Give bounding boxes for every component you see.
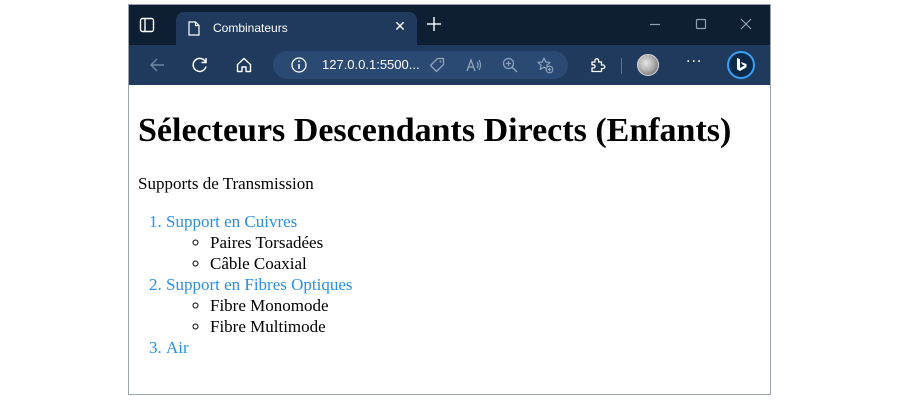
tab-actions-icon[interactable] xyxy=(139,17,155,33)
sub-list: Paires Torsadées Câble Coaxial xyxy=(166,232,353,274)
list-item-label: Support en Cuivres xyxy=(166,212,298,231)
tab-title: Combinateurs xyxy=(213,21,288,35)
intro-text: Supports de Transmission xyxy=(138,174,314,193)
favorite-add-icon[interactable] xyxy=(536,56,554,74)
page-content: Sélecteurs Descendants Directs (Enfants)… xyxy=(129,85,770,394)
page-title: Sélecteurs Descendants Directs (Enfants) xyxy=(138,112,732,149)
list-item-label: Air xyxy=(166,338,189,357)
bing-icon[interactable] xyxy=(727,51,755,79)
more-icon[interactable]: ··· xyxy=(686,54,702,70)
read-aloud-icon[interactable] xyxy=(465,56,483,74)
sub-list: Fibre Monomode Fibre Multimode xyxy=(166,295,353,337)
home-icon[interactable] xyxy=(235,56,253,74)
browser-window: Combinateurs ✕ 127.0.0.1:5500... ··· Sél… xyxy=(128,4,771,395)
title-bar: Combinateurs ✕ xyxy=(129,5,770,45)
profile-avatar[interactable] xyxy=(637,54,659,76)
navigation-bar: 127.0.0.1:5500... ··· xyxy=(129,45,770,85)
new-tab-icon[interactable] xyxy=(425,15,443,33)
list-item: Support en Cuivres Paires Torsadées Câbl… xyxy=(166,211,353,274)
transmission-list: Support en Cuivres Paires Torsadées Câbl… xyxy=(138,211,353,358)
window-close-icon[interactable] xyxy=(738,16,754,32)
close-icon[interactable]: ✕ xyxy=(393,20,407,34)
url-text[interactable]: 127.0.0.1:5500... xyxy=(322,57,420,72)
list-item: Air xyxy=(166,337,353,358)
toolbar-divider xyxy=(621,58,622,74)
maximize-icon[interactable] xyxy=(693,16,709,32)
sub-list-item: Fibre Monomode xyxy=(210,295,353,316)
zoom-icon[interactable] xyxy=(501,56,519,74)
extensions-icon[interactable] xyxy=(589,56,607,74)
info-icon[interactable] xyxy=(290,56,308,74)
list-item: Support en Fibres Optiques Fibre Monomod… xyxy=(166,274,353,337)
minimize-icon[interactable] xyxy=(647,16,663,32)
sub-list-item: Câble Coaxial xyxy=(210,253,353,274)
page-icon xyxy=(188,21,200,36)
back-icon[interactable] xyxy=(148,56,166,74)
sub-list-item: Fibre Multimode xyxy=(210,316,353,337)
refresh-icon[interactable] xyxy=(191,56,209,74)
active-tab[interactable]: Combinateurs ✕ xyxy=(176,12,417,45)
list-item-label: Support en Fibres Optiques xyxy=(166,275,353,294)
sub-list-item: Paires Torsadées xyxy=(210,232,353,253)
tag-icon[interactable] xyxy=(428,56,446,74)
address-bar[interactable]: 127.0.0.1:5500... xyxy=(273,51,568,79)
